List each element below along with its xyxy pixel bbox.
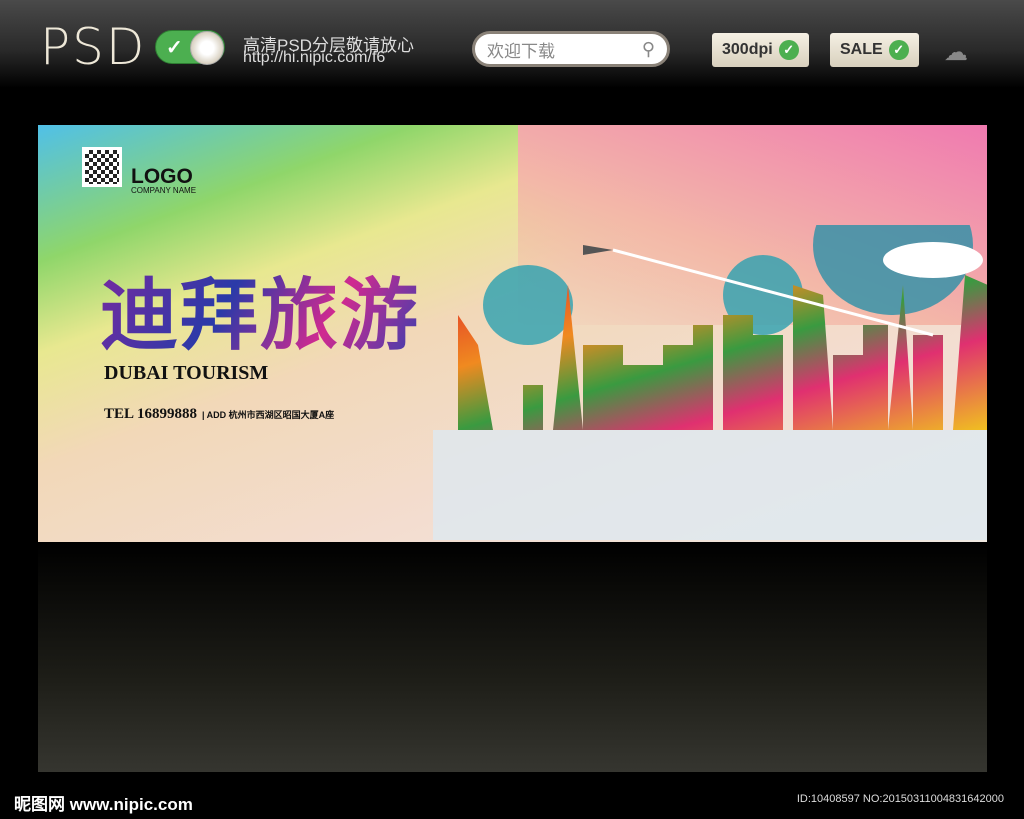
search-input[interactable]: 欢迎下载 ⚲ [472,31,670,67]
image-id: ID:10408597 NO:20150311004831642000 [796,793,1004,805]
check-icon: ✓ [888,40,909,60]
top-bar: PSD ✓ 高清PSD分层敬请放心 http://hi.nipic.com/f6… [0,0,1024,110]
qr-code [82,147,122,187]
cloud-download-icon[interactable]: ☁ [944,38,968,67]
dpi-label: 300dpi [722,41,773,58]
company-name: COMPANY NAME [131,186,197,195]
site-url[interactable]: http://hi.nipic.com/f6 [243,49,385,67]
sale-label: SALE [840,41,883,58]
psd-brand: PSD [40,18,147,76]
check-icon: ✓ [166,37,183,59]
address: | ADD 杭州市西湖区昭国大厦A座 [202,410,335,420]
tel-number: 16899888 [136,406,197,422]
poster-title: 迪拜旅游 [100,253,420,365]
search-placeholder: 欢迎下载 [487,41,555,61]
poster-reflection [38,542,987,772]
layers-toggle[interactable]: ✓ [155,30,225,65]
sale-badge[interactable]: SALE ✓ [830,33,919,67]
skyline-illustration [433,225,987,540]
tel-label: TEL [104,406,134,422]
dpi-badge[interactable]: 300dpi ✓ [712,33,809,67]
tel: TEL 16899888 [104,406,197,423]
search-icon[interactable]: ⚲ [642,39,655,60]
site-watermark: 昵图网 www.nipic.com [14,795,193,814]
check-icon: ✓ [778,40,799,60]
poster-subtitle: DUBAI TOURISM [104,362,269,384]
toggle-knob [190,31,224,65]
poster-preview: LOGO COMPANY NAME 迪拜旅游 DUBAI TOURISM TEL… [38,125,987,542]
